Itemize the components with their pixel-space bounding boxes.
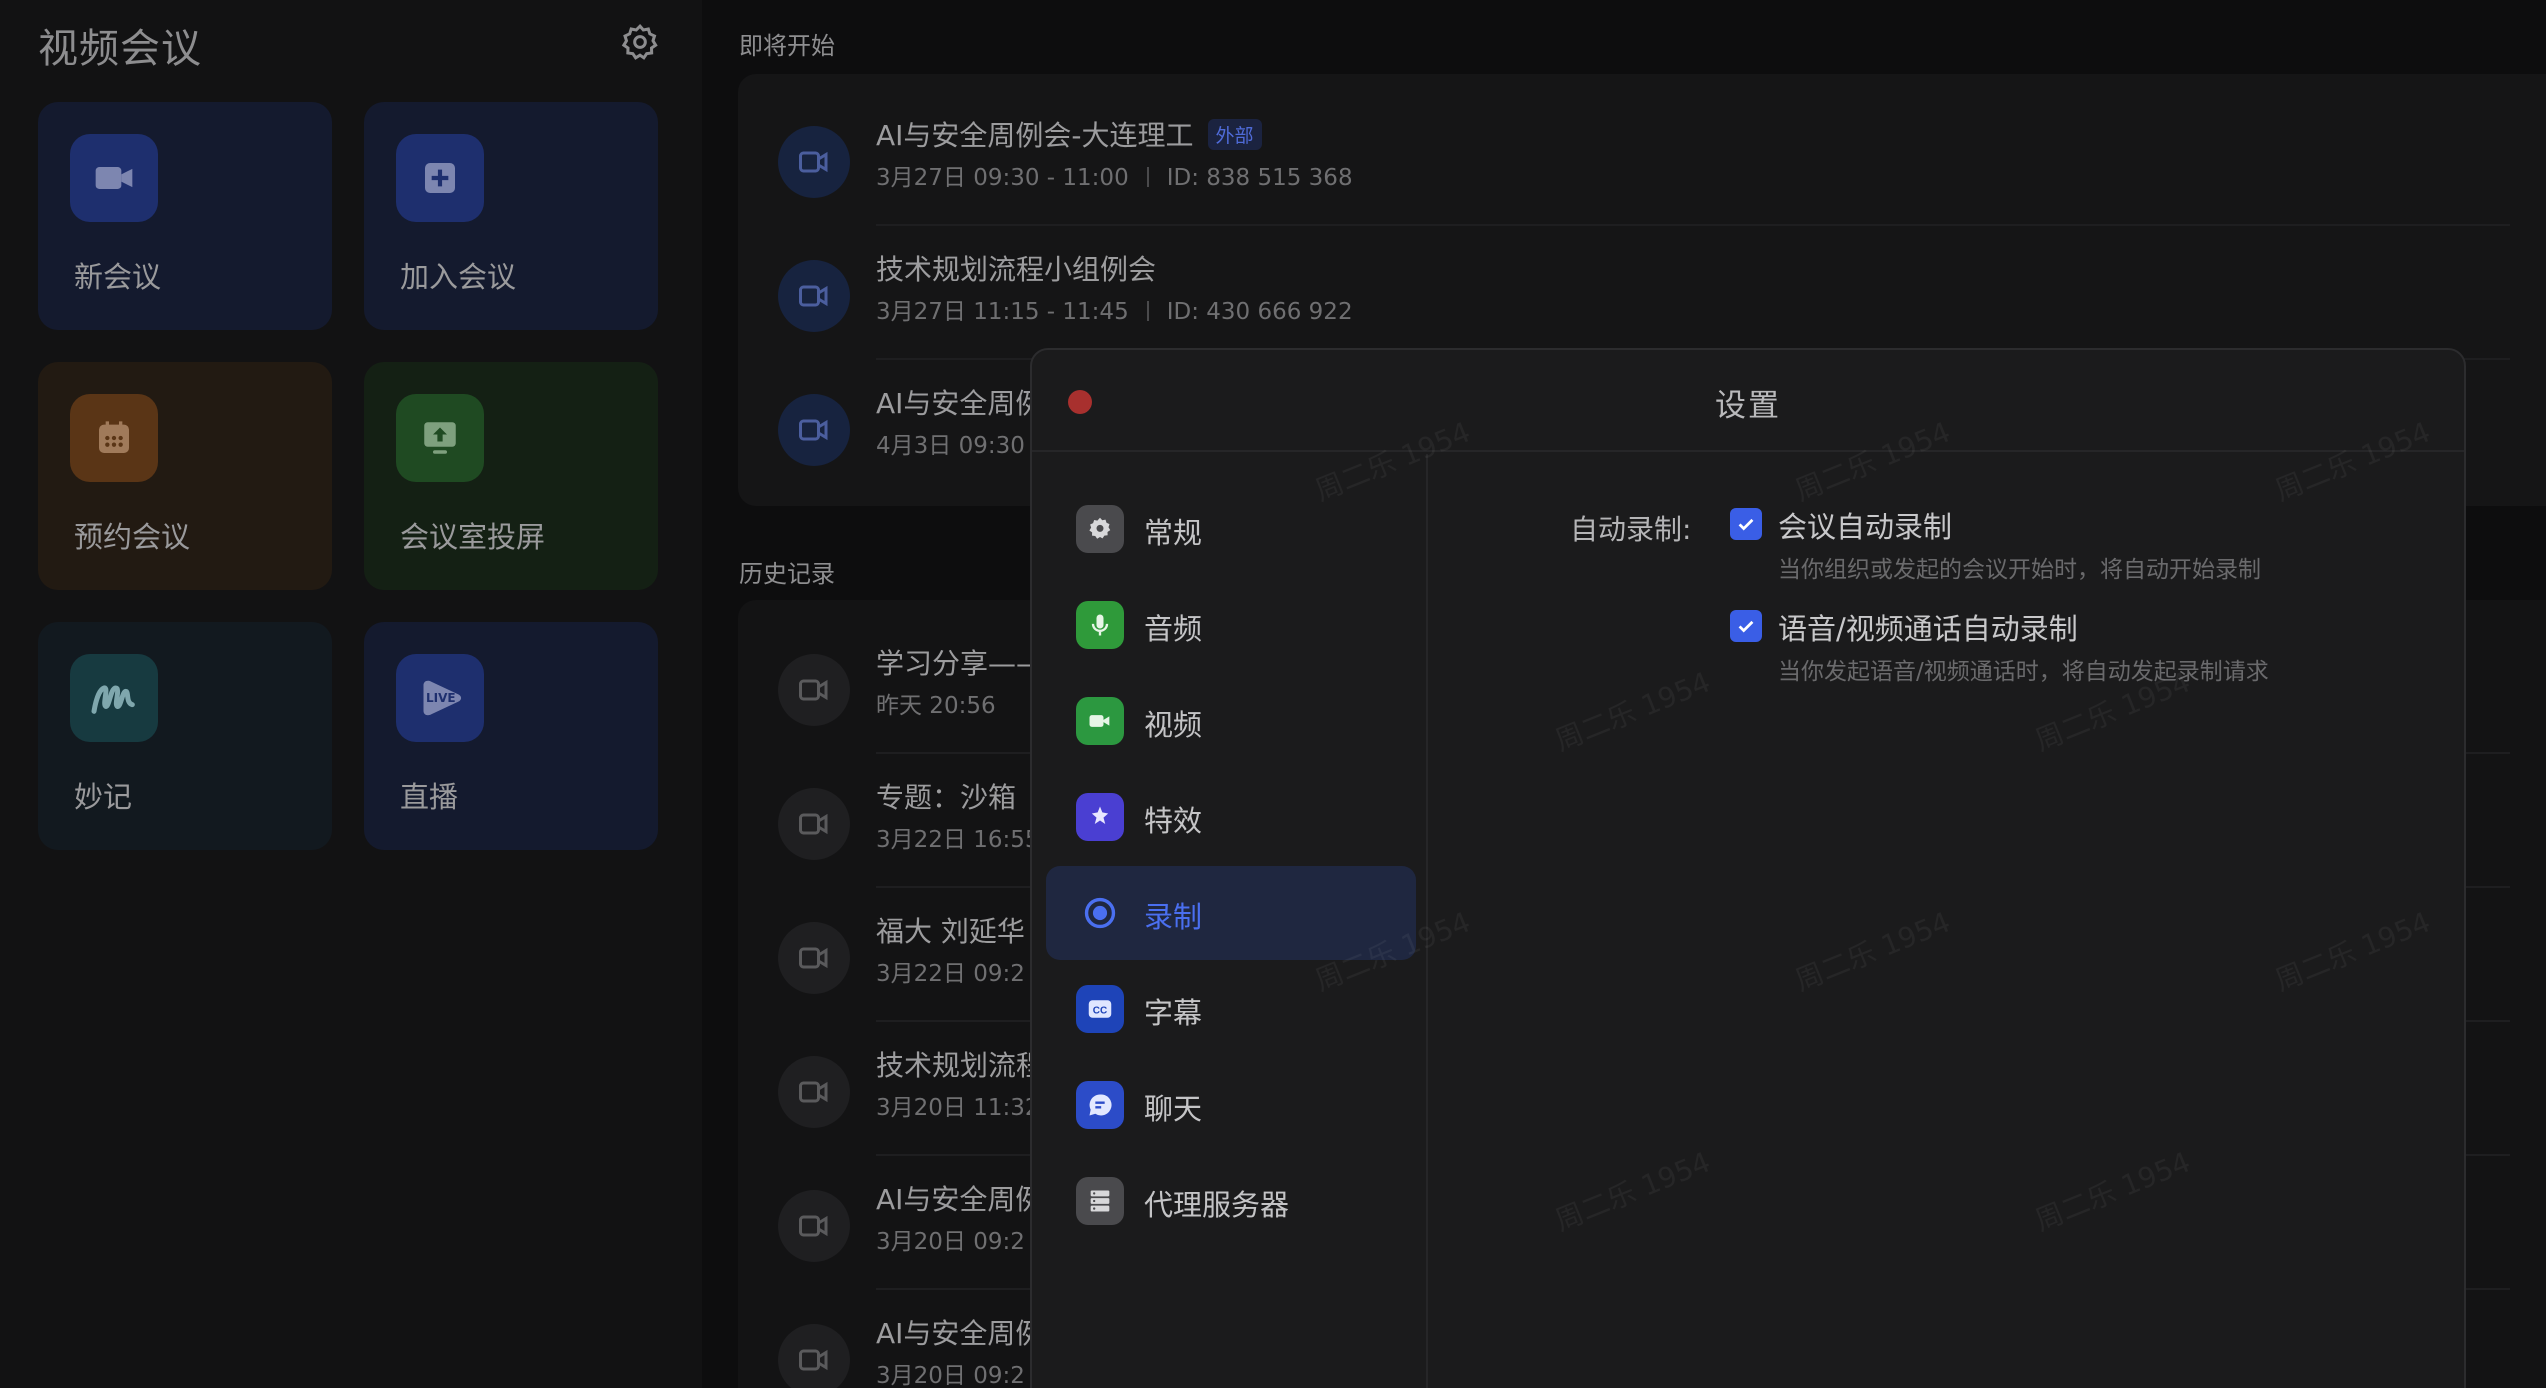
video-camera-icon bbox=[778, 1056, 850, 1128]
record-icon bbox=[1076, 889, 1124, 937]
external-badge: 外部 bbox=[1207, 119, 1262, 150]
meeting-title: AI与安全周例 bbox=[876, 387, 1044, 420]
meeting-title: 学习分享—— bbox=[876, 647, 1045, 680]
server-icon bbox=[1076, 1177, 1124, 1225]
meeting-meta: 3月27日 09:30 - 11:00 ID: 838 515 368 bbox=[876, 165, 1353, 191]
live-tile[interactable]: LIVE 直播 bbox=[364, 622, 658, 850]
plus-square-icon bbox=[396, 134, 484, 222]
gear-icon[interactable] bbox=[620, 22, 660, 62]
meeting-title: AI与安全周例 bbox=[876, 1317, 1044, 1350]
minutes-label: 妙记 bbox=[74, 780, 133, 814]
nav-item-video[interactable]: 视频 bbox=[1046, 674, 1416, 768]
nav-label: 特效 bbox=[1144, 804, 1203, 838]
sidebar: 视频会议 新会议 加入会议 预约会议 会议室投屏 妙记 LIVE 直播 bbox=[0, 0, 702, 1388]
meeting-time: 3月20日 09:2 bbox=[876, 1229, 1025, 1255]
screen-share-icon bbox=[396, 394, 484, 482]
video-camera-icon bbox=[1076, 697, 1124, 745]
meeting-title: AI与安全周例会-大连理工 外部 bbox=[876, 114, 1262, 154]
meeting-title: 专题：沙箱 bbox=[876, 781, 1017, 814]
upcoming-title: 即将开始 bbox=[739, 32, 835, 60]
auto-record-call-checkbox[interactable] bbox=[1730, 610, 1762, 642]
room-cast-tile[interactable]: 会议室投屏 bbox=[364, 362, 658, 590]
app-window: 视频会议 新会议 加入会议 预约会议 会议室投屏 妙记 LIVE 直播 即将开始… bbox=[0, 0, 2546, 1388]
settings-header: 设置 bbox=[1032, 350, 2464, 452]
live-label: 直播 bbox=[400, 780, 459, 814]
nav-item-chat[interactable]: 聊天 bbox=[1046, 1058, 1416, 1152]
history-title: 历史记录 bbox=[739, 560, 835, 588]
calendar-icon bbox=[70, 394, 158, 482]
auto-record-label: 自动录制: bbox=[1570, 513, 1692, 546]
nav-label: 视频 bbox=[1144, 708, 1203, 742]
gear-icon bbox=[1076, 505, 1124, 553]
video-camera-icon bbox=[778, 788, 850, 860]
upcoming-row[interactable]: 技术规划流程小组例会 3月27日 11:15 - 11:45 ID: 430 66… bbox=[738, 226, 2510, 360]
sidebar-title: 视频会议 bbox=[38, 26, 202, 72]
video-camera-icon bbox=[778, 1190, 850, 1262]
new-meeting-label: 新会议 bbox=[74, 260, 162, 294]
meeting-title: AI与安全周例 bbox=[876, 1183, 1044, 1216]
nav-item-effects[interactable]: 特效 bbox=[1046, 770, 1416, 864]
meeting-meta: 4月3日 09:30 bbox=[876, 433, 1025, 459]
minutes-icon bbox=[70, 654, 158, 742]
nav-item-general[interactable]: 常规 bbox=[1046, 482, 1416, 576]
video-camera-icon bbox=[778, 922, 850, 994]
svg-text:CC: CC bbox=[1093, 1005, 1107, 1016]
schedule-meeting-label: 预约会议 bbox=[74, 520, 191, 554]
settings-dialog: 设置 常规 音频 视频 特效 录制 CC 字幕 聊天 代理服务器 自动录制: 会… bbox=[1030, 348, 2466, 1388]
meeting-title: 技术规划流程小组例会 bbox=[876, 253, 1157, 286]
settings-title: 设置 bbox=[1715, 388, 1781, 424]
microphone-icon bbox=[1076, 601, 1124, 649]
option-title: 会议自动录制 bbox=[1778, 510, 1953, 544]
nav-label: 代理服务器 bbox=[1144, 1188, 1290, 1222]
auto-record-meeting-checkbox[interactable] bbox=[1730, 508, 1762, 540]
option-title: 语音/视频通话自动录制 bbox=[1778, 612, 2078, 646]
nav-label: 字幕 bbox=[1144, 996, 1203, 1030]
join-meeting-tile[interactable]: 加入会议 bbox=[364, 102, 658, 330]
nav-item-proxy[interactable]: 代理服务器 bbox=[1046, 1154, 1416, 1248]
video-camera-icon bbox=[778, 1324, 850, 1388]
meeting-time: 3月22日 09:2 bbox=[876, 961, 1025, 987]
video-camera-icon bbox=[778, 126, 850, 198]
meeting-title: 技术规划流程 bbox=[876, 1049, 1045, 1082]
chat-bubble-icon bbox=[1076, 1081, 1124, 1129]
video-camera-icon bbox=[70, 134, 158, 222]
new-meeting-tile[interactable]: 新会议 bbox=[38, 102, 332, 330]
nav-label: 录制 bbox=[1144, 900, 1203, 934]
nav-item-audio[interactable]: 音频 bbox=[1046, 578, 1416, 672]
settings-nav: 常规 音频 视频 特效 录制 CC 字幕 聊天 代理服务器 bbox=[1032, 454, 1428, 1388]
meeting-meta: 3月27日 11:15 - 11:45 ID: 430 666 922 bbox=[876, 299, 1353, 325]
meeting-time: 3月22日 16:55 bbox=[876, 827, 1040, 853]
minutes-tile[interactable]: 妙记 bbox=[38, 622, 332, 850]
upcoming-row[interactable]: AI与安全周例会-大连理工 外部 3月27日 09:30 - 11:00 ID: 8… bbox=[738, 92, 2510, 226]
video-camera-icon bbox=[778, 260, 850, 332]
option-description: 当你发起语音/视频通话时，将自动发起录制请求 bbox=[1778, 659, 2269, 685]
nav-label: 常规 bbox=[1144, 516, 1203, 550]
video-camera-icon bbox=[778, 654, 850, 726]
option-description: 当你组织或发起的会议开始时，将自动开始录制 bbox=[1778, 557, 2261, 583]
meeting-title: 福大 刘延华 bbox=[876, 915, 1025, 948]
room-cast-label: 会议室投屏 bbox=[400, 520, 546, 554]
live-badge: LIVE bbox=[426, 691, 456, 705]
nav-label: 聊天 bbox=[1144, 1092, 1203, 1126]
meeting-time: 昨天 20:56 bbox=[876, 693, 996, 719]
meeting-time: 3月20日 11:32 bbox=[876, 1095, 1040, 1121]
schedule-meeting-tile[interactable]: 预约会议 bbox=[38, 362, 332, 590]
nav-label: 音频 bbox=[1144, 612, 1203, 646]
join-meeting-label: 加入会议 bbox=[400, 260, 517, 294]
magic-wand-icon bbox=[1076, 793, 1124, 841]
closed-caption-icon: CC bbox=[1076, 985, 1124, 1033]
video-camera-icon bbox=[778, 394, 850, 466]
meeting-time: 3月20日 09:2 bbox=[876, 1363, 1025, 1388]
live-icon: LIVE bbox=[396, 654, 484, 742]
